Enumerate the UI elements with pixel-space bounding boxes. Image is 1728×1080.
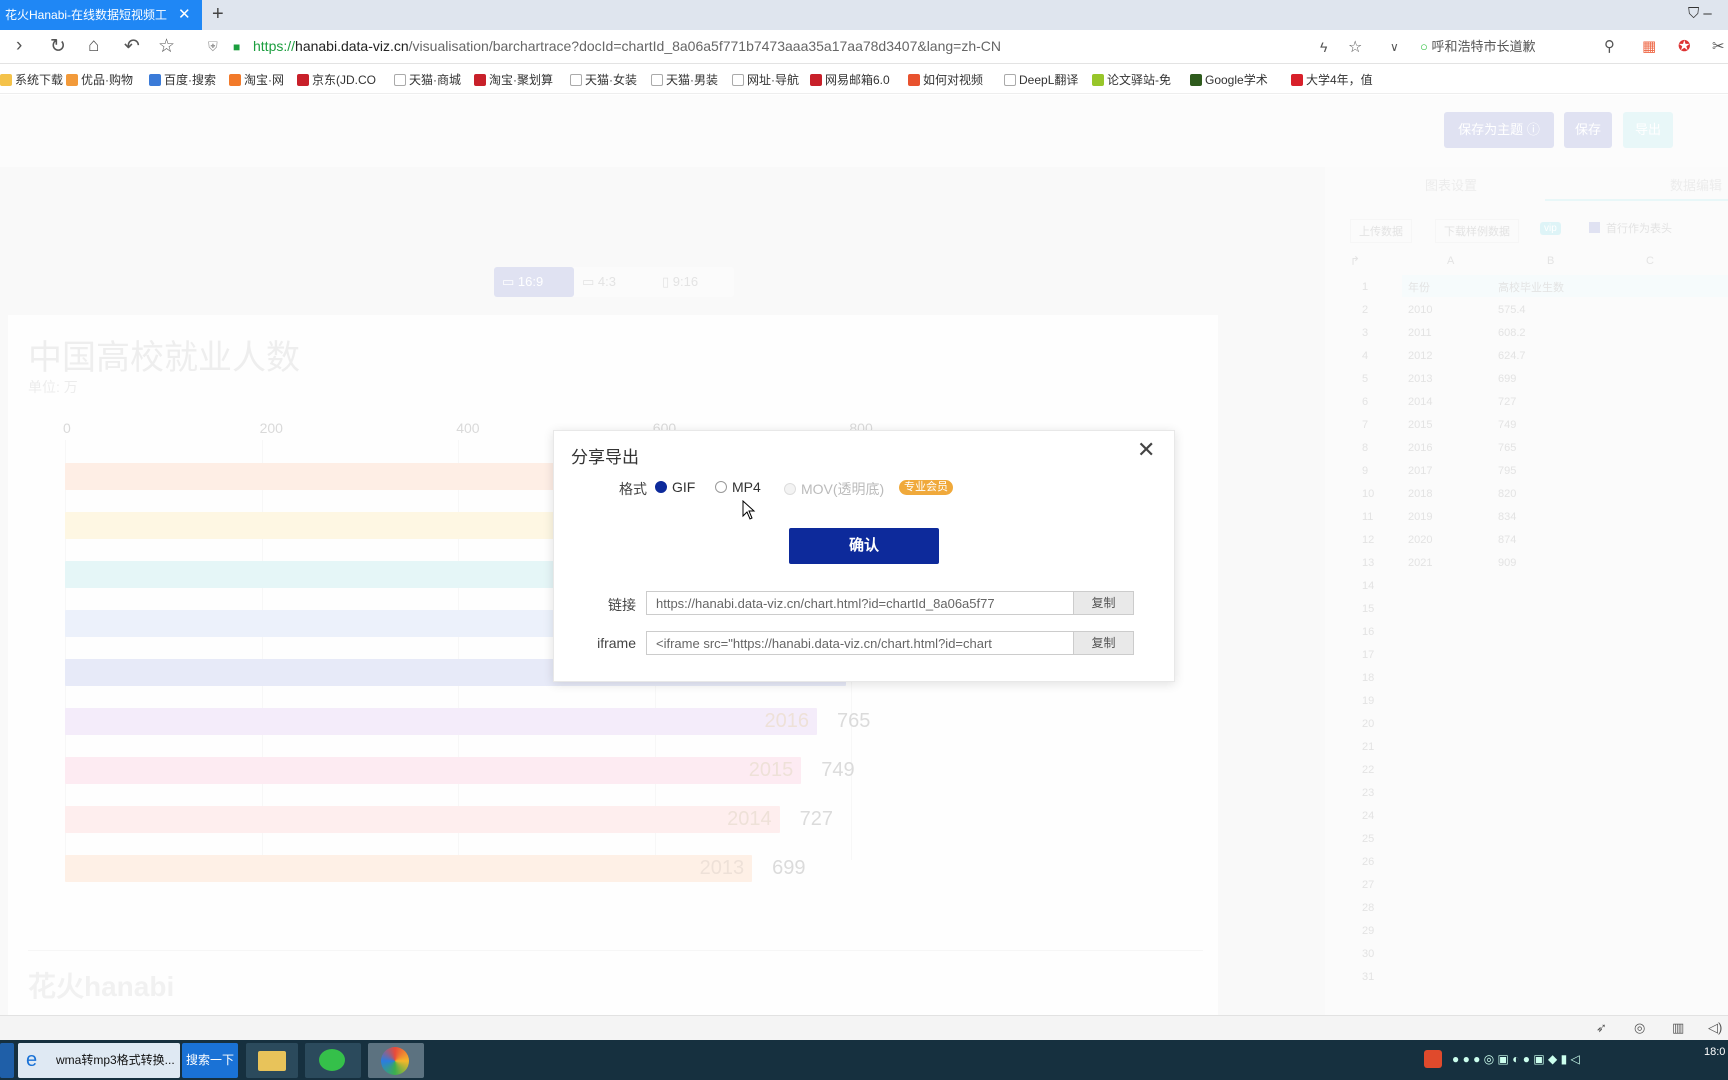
browser-app-icon[interactable]: [368, 1043, 424, 1078]
share-export-dialog: 分享导出 ✕ 格式 GIF MP4 MOV(透明底) 专业会员 确认 链接 复制…: [553, 430, 1175, 682]
lock-icon: ■: [233, 40, 241, 54]
link-field: 复制: [646, 591, 1134, 615]
taskbar-ie-item[interactable]: e wma转mp3格式转换...: [18, 1043, 180, 1078]
bookmark-star-icon[interactable]: ☆: [1348, 37, 1362, 57]
start-button[interactable]: [0, 1043, 14, 1078]
forward-icon[interactable]: ›: [16, 35, 22, 57]
copy-link-button[interactable]: 复制: [1073, 592, 1133, 614]
star-icon[interactable]: ☆: [158, 35, 175, 58]
search-input[interactable]: ○ 呼和浩特市长道歉: [1420, 36, 1620, 58]
format-mov-radio: MOV(透明底): [784, 479, 884, 499]
pro-member-badge: 专业会员: [899, 480, 953, 495]
sound-icon[interactable]: ◁): [1708, 1020, 1722, 1036]
radio-unchecked-icon: [715, 481, 727, 493]
bookmarks-bar: 系统下载 优品·购物 百度·搜索 淘宝·网 京东(JD.CO 天猫·商城 淘宝·…: [0, 64, 1728, 94]
windows-taskbar: e wma转mp3格式转换... 搜索一下 ● ● ● ◎ ▣ ◐ ● ▣ ◆ ▮…: [0, 1040, 1728, 1080]
system-clock: 18:0: [1704, 1046, 1726, 1058]
bookmark-item[interactable]: Google学术: [1190, 71, 1268, 88]
iframe-field: 复制: [646, 631, 1134, 655]
search-icon[interactable]: ⚲: [1604, 37, 1615, 55]
bookmark-item[interactable]: 系统下载: [0, 71, 63, 88]
tray-app-icon[interactable]: [1424, 1050, 1442, 1068]
bookmark-item[interactable]: 大学4年，值: [1291, 71, 1373, 88]
url-scheme: https://: [253, 38, 296, 54]
bookmark-item[interactable]: 淘宝·聚划算: [474, 71, 553, 88]
link-input[interactable]: [647, 592, 1032, 614]
bookmark-item[interactable]: 论文驿站-免: [1092, 71, 1171, 88]
bookmark-item[interactable]: 淘宝·网: [229, 71, 284, 88]
format-gif-radio[interactable]: GIF: [655, 479, 695, 495]
bookmark-item[interactable]: 京东(JD.CO: [297, 71, 376, 88]
bookmark-item[interactable]: DeepL翻译: [1004, 71, 1078, 88]
file-explorer-icon[interactable]: [246, 1043, 298, 1078]
shirt-icon[interactable]: ⛉ –: [1688, 5, 1712, 22]
copy-iframe-button[interactable]: 复制: [1073, 632, 1133, 654]
search-engine-icon: ○: [1420, 39, 1428, 54]
lightning-icon[interactable]: ϟ: [1320, 39, 1327, 55]
tab-hanabi[interactable]: 花火Hanabi-在线数据短视频工 ✕: [0, 0, 202, 30]
bookmark-item[interactable]: 天猫·女装: [570, 71, 637, 88]
radio-checked-icon: [655, 481, 667, 493]
game-icon[interactable]: ✪: [1678, 37, 1691, 55]
apps-icon[interactable]: ▦: [1642, 37, 1656, 55]
mouse-cursor-icon: [742, 500, 756, 520]
ie-icon: e: [26, 1049, 38, 1071]
format-mp4-radio[interactable]: MP4: [715, 479, 761, 495]
bookmark-item[interactable]: 优品·购物: [66, 71, 133, 88]
rocket-icon[interactable]: ➶: [1596, 1020, 1607, 1036]
url-path: /visualisation/barchartrace?docId=chartI…: [408, 38, 1002, 54]
speed-icon[interactable]: ◎: [1634, 1020, 1645, 1036]
close-tab-icon[interactable]: ✕: [178, 0, 191, 30]
home-icon[interactable]: ⌂: [88, 35, 99, 57]
bookmark-item[interactable]: 网址·导航: [732, 71, 799, 88]
dialog-title: 分享导出: [571, 448, 639, 467]
taskbar-search-button[interactable]: 搜索一下: [182, 1043, 238, 1078]
address-bar: › ↻ ⌂ ↶ ☆ ⛨ ■ https://hanabi.data-viz.cn…: [0, 30, 1728, 64]
bookmark-item[interactable]: 天猫·男装: [651, 71, 718, 88]
undo-icon[interactable]: ↶: [124, 35, 140, 58]
shield-icon: ⛨: [208, 39, 218, 54]
tab-title: 花火Hanabi-在线数据短视频工: [5, 8, 168, 22]
search-text: 呼和浩特市长道歉: [1431, 39, 1536, 54]
url-host: hanabi.data-viz.cn: [295, 38, 409, 54]
new-tab-icon[interactable]: +: [212, 3, 224, 26]
bookmark-item[interactable]: 天猫·商城: [394, 71, 461, 88]
bookmark-item[interactable]: 百度·搜索: [149, 71, 216, 88]
link-label: 链接: [608, 597, 636, 613]
format-label: 格式: [619, 481, 647, 497]
radio-disabled-icon: [784, 483, 796, 495]
trash-icon[interactable]: ▥: [1672, 1020, 1684, 1036]
confirm-button[interactable]: 确认: [789, 528, 939, 564]
close-icon[interactable]: ✕: [1137, 437, 1155, 463]
tray-icons[interactable]: ● ● ● ◎ ▣ ◐ ● ▣ ◆ ▮ ◁: [1452, 1052, 1580, 1066]
chevron-down-icon[interactable]: ∨: [1390, 40, 1399, 54]
bookmark-item[interactable]: 网易邮箱6.0: [810, 71, 890, 88]
iframe-input[interactable]: [647, 632, 1032, 654]
reload-icon[interactable]: ↻: [50, 35, 66, 58]
scissors-icon[interactable]: ✂: [1712, 37, 1725, 55]
iframe-label: iframe: [597, 635, 636, 651]
url-field[interactable]: https://hanabi.data-viz.cn/visualisation…: [253, 38, 1001, 54]
browser-status-bar: ➶ ◎ ▥ ◁): [0, 1015, 1728, 1040]
browser-tab-bar: 花火Hanabi-在线数据短视频工 ✕ + ⛉ –: [0, 0, 1728, 30]
bookmark-item[interactable]: 如何对视频: [908, 71, 983, 88]
wechat-icon[interactable]: [305, 1043, 361, 1078]
